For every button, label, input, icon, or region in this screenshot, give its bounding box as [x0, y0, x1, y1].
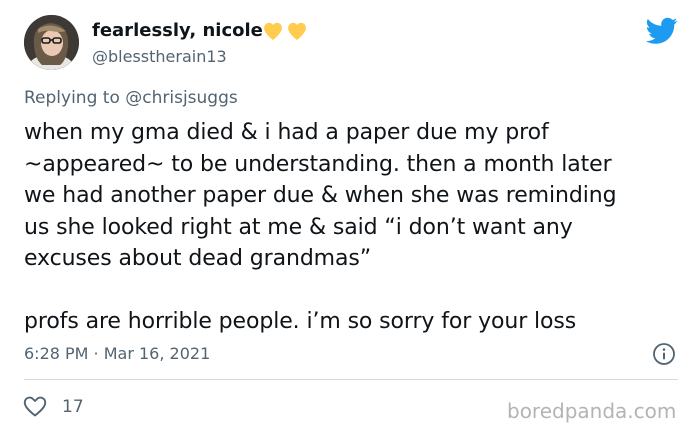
user-handle[interactable]: @blesstherain13 — [92, 47, 227, 66]
like-count: 17 — [62, 397, 84, 417]
display-name[interactable]: fearlessly, nicole — [92, 20, 263, 41]
avatar[interactable] — [24, 15, 79, 70]
tweet-text: when my gma died & i had a paper due my … — [24, 117, 684, 338]
reply-mention-link[interactable]: @chrisjsuggs — [125, 88, 237, 108]
reply-context: Replying to @chrisjsuggs — [24, 88, 238, 108]
tweet-line: us she looked right at me & said “i don’… — [24, 214, 573, 240]
tweet-line: we had another paper due & when she was … — [24, 183, 617, 208]
divider — [24, 379, 678, 380]
info-icon[interactable] — [652, 342, 676, 366]
tweet-timestamp[interactable]: 6:28 PM · Mar 16, 2021 — [24, 344, 210, 363]
tweet-line: when my gma died & i had a paper due my … — [24, 120, 549, 145]
twitter-bird-icon[interactable] — [646, 17, 678, 45]
yellow-hearts-icon — [264, 22, 306, 40]
reply-prefix: Replying to — [24, 88, 120, 108]
watermark: boredpanda.com — [507, 399, 677, 423]
tweet-line: excuses about dead grandmas” — [24, 246, 372, 271]
heart-outline-icon[interactable] — [22, 394, 48, 418]
tweet-line-closing: profs are horrible people. i’m so sorry … — [24, 309, 577, 334]
tweet-card: fearlessly, nicole @blesstherain13 Reply… — [0, 0, 700, 433]
tweet-line: ~appeared~ to be understanding. then a m… — [24, 151, 612, 177]
